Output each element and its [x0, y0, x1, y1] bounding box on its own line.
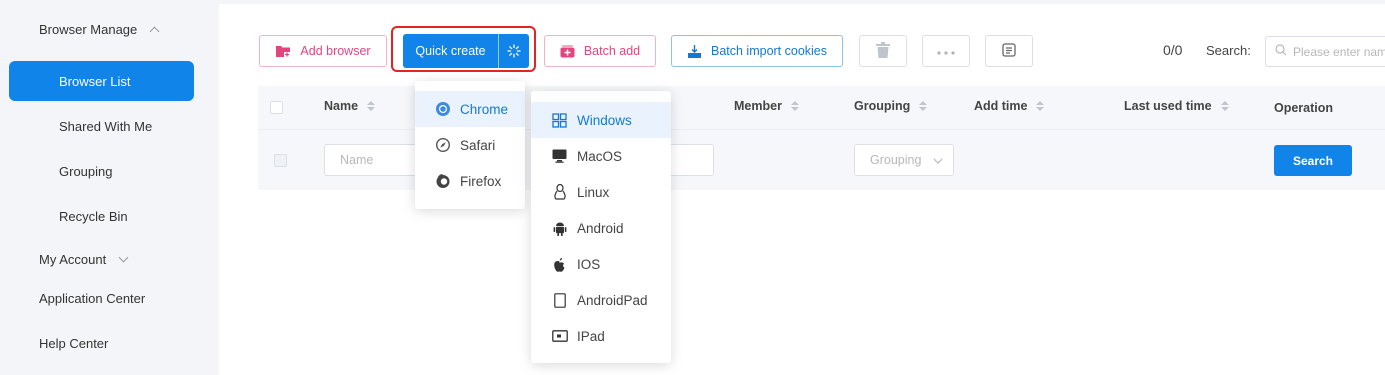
column-label: Grouping: [854, 99, 911, 113]
os-option-label: Windows: [577, 112, 632, 128]
android-icon: [551, 221, 568, 236]
os-option-label: MacOS: [577, 148, 623, 164]
search-input-wrapper[interactable]: [1265, 36, 1385, 67]
column-label: Operation: [1274, 101, 1334, 115]
batch-add-icon: [560, 44, 575, 58]
column-header-grouping[interactable]: Grouping: [854, 99, 928, 113]
chrome-icon: [434, 101, 451, 117]
sidebar-item-label: Recycle Bin: [59, 209, 128, 224]
column-label: Last used time: [1124, 99, 1212, 113]
delete-button[interactable]: [859, 35, 907, 67]
sidebar-item-help-center[interactable]: Help Center: [39, 336, 108, 351]
more-button[interactable]: [922, 35, 970, 67]
select-all-checkbox[interactable]: [270, 101, 283, 114]
add-browser-label: Add browser: [300, 44, 371, 58]
os-option-ios[interactable]: IOS: [531, 246, 671, 282]
grouping-filter-select[interactable]: Grouping: [854, 144, 954, 176]
sidebar-item-label: Shared With Me: [59, 119, 153, 134]
sidebar-item-label: Grouping: [59, 164, 113, 179]
name-filter-placeholder: Name: [340, 153, 374, 167]
name-filter-input[interactable]: Name: [324, 144, 424, 176]
column-settings-button[interactable]: [985, 35, 1033, 67]
sort-icon[interactable]: [790, 101, 799, 111]
os-option-windows[interactable]: Windows: [531, 102, 671, 138]
add-browser-button[interactable]: Add browser: [259, 35, 387, 67]
os-option-ipad[interactable]: IPad: [531, 318, 671, 354]
firefox-icon: [434, 173, 451, 189]
quick-create-label[interactable]: Quick create: [403, 44, 498, 58]
monitor-icon: [551, 149, 568, 163]
batch-import-cookies-label: Batch import cookies: [710, 44, 828, 58]
sidebar-item-shared-with-me[interactable]: Shared With Me: [59, 119, 152, 134]
sidebar-item-label: Help Center: [39, 336, 109, 351]
browser-option-safari[interactable]: Safari: [415, 127, 525, 163]
column-header-member[interactable]: Member: [734, 99, 799, 113]
trash-icon: [876, 41, 890, 61]
sort-icon[interactable]: [1220, 101, 1229, 111]
os-option-label: AndroidPad: [577, 292, 648, 308]
batch-add-label: Batch add: [583, 44, 641, 58]
browser-option-label: Chrome: [460, 101, 509, 117]
search-label: Search:: [1206, 43, 1251, 58]
ipad-icon: [551, 330, 568, 342]
browser-option-label: Firefox: [460, 173, 502, 189]
sidebar-item-application-center[interactable]: Application Center: [39, 291, 145, 306]
selection-count: 0/0: [1163, 42, 1183, 58]
sidebar-item-recycle-bin[interactable]: Recycle Bin: [59, 209, 128, 224]
sidebar-item-grouping[interactable]: Grouping: [59, 164, 112, 179]
sidebar-item-label: Browser List: [59, 73, 131, 89]
chevron-down-icon: [933, 153, 943, 167]
search-input[interactable]: [1293, 44, 1385, 59]
search-button[interactable]: Search: [1274, 145, 1352, 176]
row-checkbox: [274, 154, 287, 167]
sidebar-item-browser-list[interactable]: Browser List: [9, 61, 194, 101]
safari-icon: [434, 137, 451, 153]
os-option-label: IOS: [577, 256, 601, 272]
os-option-label: Linux: [577, 184, 610, 200]
add-folder-icon: [275, 44, 291, 58]
column-label: Member: [734, 99, 782, 113]
column-header-name[interactable]: Name: [324, 99, 376, 113]
os-option-linux[interactable]: Linux: [531, 174, 671, 210]
sparkle-icon[interactable]: [499, 44, 529, 58]
browser-option-firefox[interactable]: Firefox: [415, 163, 525, 199]
batch-import-cookies-button[interactable]: Batch import cookies: [671, 35, 843, 67]
more-dots-icon: [937, 44, 955, 58]
apple-icon: [551, 257, 568, 272]
column-header-last-used-time[interactable]: Last used time: [1124, 99, 1229, 113]
table-settings-icon: [1002, 42, 1016, 60]
sort-icon[interactable]: [367, 101, 376, 111]
browser-option-label: Safari: [460, 137, 496, 153]
sidebar-group-label: Browser Manage: [39, 22, 138, 37]
sort-icon[interactable]: [1036, 101, 1045, 111]
batch-add-button[interactable]: Batch add: [544, 35, 656, 67]
grouping-filter-placeholder: Grouping: [870, 153, 922, 167]
sidebar-group-label: My Account: [39, 252, 107, 267]
windows-icon: [551, 112, 568, 128]
search-icon: [1275, 44, 1287, 59]
column-header-add-time[interactable]: Add time: [974, 99, 1045, 113]
tablet-icon: [551, 292, 568, 308]
linux-icon: [551, 184, 568, 200]
chevron-down-icon: [118, 252, 129, 263]
browser-dropdown: Chrome Safari Firefox: [415, 81, 525, 209]
os-option-label: Android: [577, 220, 624, 236]
os-option-macos[interactable]: MacOS: [531, 138, 671, 174]
sort-icon[interactable]: [919, 101, 928, 111]
import-cookies-icon: [687, 44, 702, 59]
sidebar-group-browser-manage[interactable]: Browser Manage: [39, 22, 160, 37]
os-option-android[interactable]: Android: [531, 210, 671, 246]
column-label: Add time: [974, 99, 1028, 113]
os-dropdown: Windows MacOS Linux Android IOS AndroidP…: [531, 91, 671, 363]
sidebar: Browser Manage Browser List Shared With …: [0, 0, 202, 375]
sidebar-item-label: Application Center: [39, 291, 146, 306]
quick-create-button[interactable]: Quick create: [403, 34, 529, 68]
column-label: Name: [324, 99, 359, 113]
column-header-operation: Operation: [1274, 101, 1333, 115]
browser-option-chrome[interactable]: Chrome: [415, 91, 525, 127]
chevron-up-icon: [149, 26, 160, 37]
sidebar-group-my-account[interactable]: My Account: [39, 252, 129, 267]
os-option-androidpad[interactable]: AndroidPad: [531, 282, 671, 318]
os-option-label: IPad: [577, 328, 605, 344]
